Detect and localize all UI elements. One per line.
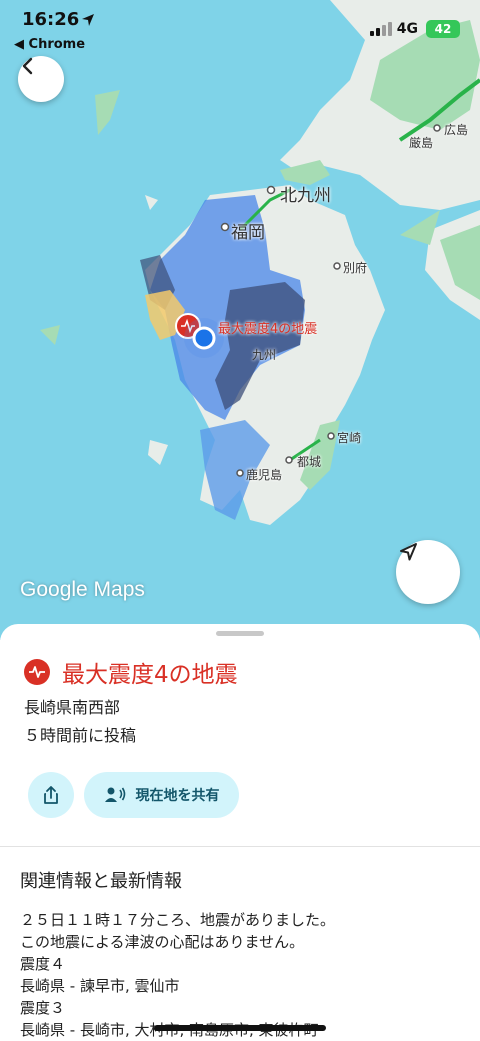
- map-label-kitakyushu[interactable]: 北九州: [280, 181, 331, 206]
- map-label-hiroshima[interactable]: 広島: [444, 121, 468, 138]
- signal-icon: [370, 22, 392, 36]
- share-location-button[interactable]: 現在地を共有: [84, 772, 239, 818]
- divider: [0, 846, 480, 847]
- map-label-miyazaki[interactable]: 宮崎: [337, 429, 361, 446]
- map-quake-label[interactable]: 最大震度4の地震: [218, 318, 317, 337]
- battery-level: 42: [434, 22, 452, 36]
- detail-line: ２５日１１時１７分ころ、地震がありました。: [20, 911, 336, 929]
- my-location-button[interactable]: [396, 540, 460, 604]
- place-sheet[interactable]: 最大震度4の地震 長崎県南西部 ５時間前に投稿 現在地を共有 関連情報と最新情報…: [0, 624, 480, 1041]
- map-view[interactable]: 北九州 福岡 別府 最大震度4の地震 九州 宮崎 都城 鹿児島 広島 厳島 Go…: [0, 0, 480, 640]
- map-label-beppu[interactable]: 別府: [343, 259, 367, 276]
- share-button[interactable]: [28, 772, 74, 818]
- detail-line: 長崎県 - 諫早市, 雲仙市: [20, 977, 180, 995]
- quake-details: ２５日１１時１７分ころ、地震がありました。 この地震による津波の心配はありません…: [20, 909, 470, 1041]
- detail-line: 震度４: [20, 955, 66, 973]
- network-type: 4G: [396, 21, 418, 37]
- detail-line: 震度３: [20, 999, 66, 1017]
- map-label-fukuoka[interactable]: 福岡: [231, 218, 265, 243]
- battery-icon: 42: [426, 20, 460, 38]
- alert-title: 最大震度4の地震: [62, 662, 238, 688]
- location-arrow-icon: [82, 14, 94, 26]
- navigation-arrow-icon: [400, 543, 417, 561]
- sheet-drag-handle[interactable]: [216, 631, 264, 636]
- related-info-heading: 関連情報と最新情報: [20, 871, 182, 892]
- quake-location: 長崎県南西部: [24, 698, 121, 717]
- back-button[interactable]: [18, 56, 64, 102]
- person-share-icon: [104, 787, 125, 802]
- posted-time: ５時間前に投稿: [24, 726, 137, 745]
- map-label-kagoshima[interactable]: 鹿児島: [246, 466, 282, 483]
- back-to-app-link[interactable]: ◀ Chrome: [14, 37, 85, 52]
- map-label-itsukushima[interactable]: 厳島: [409, 134, 433, 151]
- share-location-label: 現在地を共有: [135, 788, 220, 804]
- home-indicator[interactable]: [154, 1025, 326, 1031]
- detail-line: この地震による津波の心配はありません。: [20, 933, 305, 951]
- chevron-left-icon: [22, 57, 33, 75]
- map-label-miyakonojo[interactable]: 都城: [297, 453, 321, 470]
- status-bar: 16:26 ◀ Chrome 4G 42: [0, 0, 480, 56]
- map-label-kyushu[interactable]: 九州: [252, 346, 276, 363]
- share-icon: [44, 786, 58, 804]
- status-time: 16:26: [22, 9, 80, 30]
- earthquake-icon: [24, 659, 50, 685]
- google-maps-attribution: Google Maps: [20, 578, 145, 601]
